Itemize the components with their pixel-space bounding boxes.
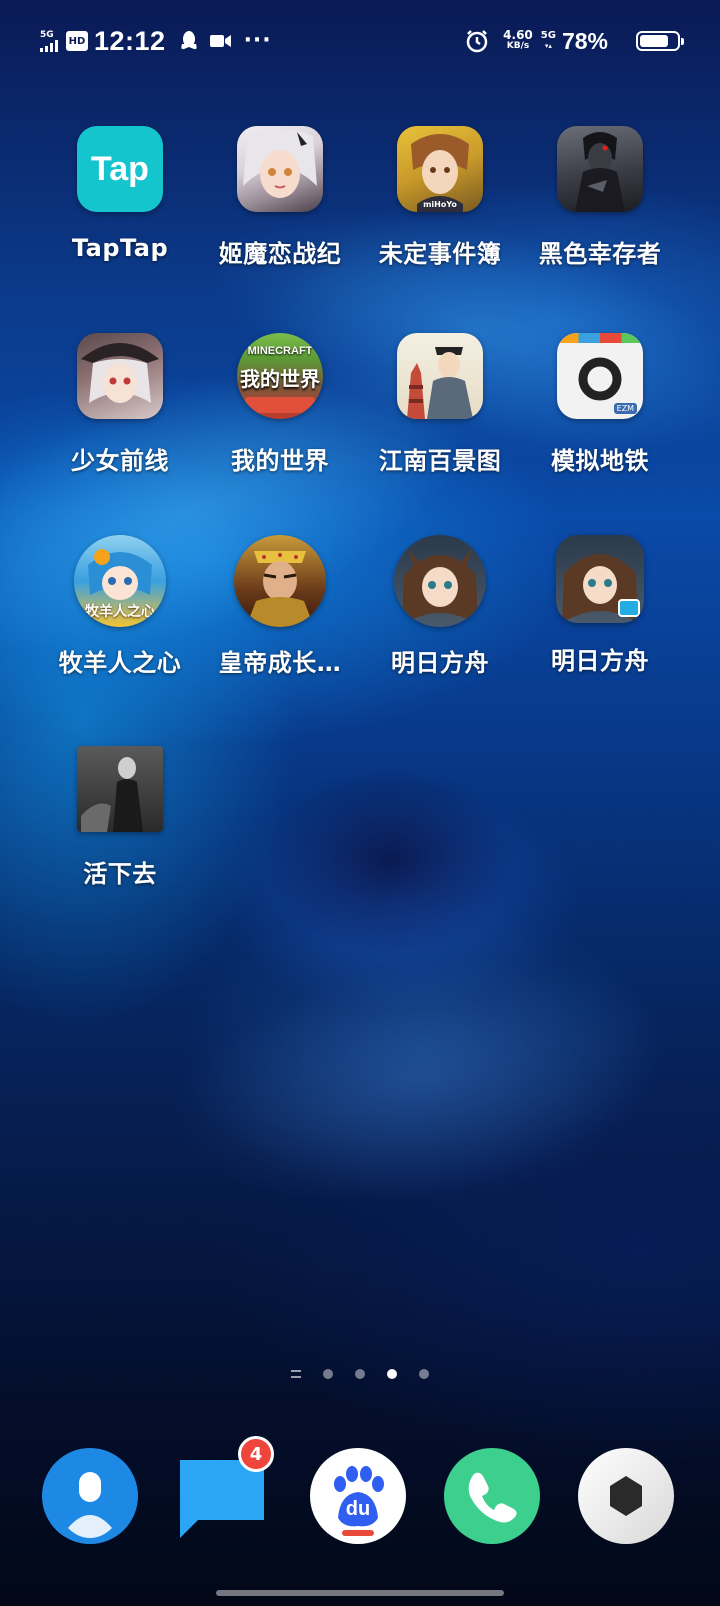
status-bar: 5G HD 12:12 ··· 4.60 KB/s 5G ▾▴ 78% xyxy=(0,0,720,82)
app-label: 模拟地铁 xyxy=(551,447,649,475)
witch-girl-icon xyxy=(77,333,163,419)
clock: 12:12 xyxy=(94,25,166,56)
chibi-girl-icon: 牧羊人之心 xyxy=(74,535,166,627)
anime-boy-icon: miHoYo xyxy=(397,126,483,212)
contacts-icon xyxy=(68,1472,112,1538)
dock-baidu[interactable]: du xyxy=(310,1448,406,1544)
dock: 4 du xyxy=(0,1436,720,1544)
app-label: 江南百景图 xyxy=(378,447,502,475)
app-label: 未定事件簿 xyxy=(378,240,502,268)
dock-messages[interactable]: 4 xyxy=(176,1436,274,1544)
minecraft-logo-text: MINECRAFT xyxy=(247,345,313,357)
app-jimo-lianzhanji[interactable]: 姬魔恋战纪 xyxy=(196,126,364,269)
page-dot[interactable] xyxy=(355,1369,365,1379)
wallpaper-wave xyxy=(260,760,520,960)
muyangren-logo-text: 牧羊人之心 xyxy=(85,604,155,620)
app-mingri-fangzhou-bilibili[interactable]: 明日方舟 xyxy=(516,535,684,676)
page-dot-active[interactable] xyxy=(387,1369,397,1379)
baidu-paw-icon xyxy=(334,1466,384,1536)
unread-badge: 4 xyxy=(238,1436,274,1472)
network-speed: 4.60 KB/s xyxy=(503,28,533,52)
dock-contacts[interactable] xyxy=(42,1448,138,1544)
minecraft-icon: MINECRAFT 我的世界 xyxy=(237,333,323,419)
battery-percent: 78% xyxy=(561,27,608,54)
phone-icon xyxy=(468,1472,517,1523)
speed-value: 4.60 xyxy=(503,28,533,42)
minecraft-logo-subtitle: 我的世界 xyxy=(240,367,320,391)
app-weiding-shijianbu[interactable]: miHoYo 未定事件簿 xyxy=(356,126,524,269)
qq-penguin-icon xyxy=(180,30,198,52)
page-dot[interactable] xyxy=(323,1369,333,1379)
anime-girl-icon xyxy=(237,126,323,212)
app-label: 姬魔恋战纪 xyxy=(218,240,342,268)
app-shaonv-qianxian[interactable]: 少女前线 xyxy=(36,333,204,476)
app-taptap[interactable]: Tap TapTap xyxy=(36,126,204,262)
app-label: 牧羊人之心 xyxy=(58,649,182,677)
dock-phone[interactable] xyxy=(444,1448,540,1544)
dock-settings[interactable] xyxy=(578,1448,674,1544)
speed-unit: KB/s xyxy=(506,41,530,51)
app-huangdi-chengzhang[interactable]: 皇帝成长… xyxy=(196,535,364,678)
metro-icon: EZM xyxy=(557,333,643,419)
network-type: 5G xyxy=(40,29,54,40)
app-huo-xiaqu[interactable]: 活下去 xyxy=(36,746,204,889)
app-heise-xingcunzhe[interactable]: 黑色幸存者 xyxy=(516,126,684,269)
page-list-icon[interactable] xyxy=(291,1370,301,1378)
app-label: 黑色幸存者 xyxy=(538,240,662,268)
alarm-clock-icon xyxy=(465,29,489,53)
emperor-icon xyxy=(234,535,326,627)
dark-figure-icon xyxy=(557,126,643,212)
mihoyo-logo-text: miHoYo xyxy=(423,200,457,209)
cellular-signal-icon: 5G xyxy=(40,29,58,52)
home-indicator[interactable] xyxy=(216,1590,504,1596)
metro-logo-text: EZM xyxy=(613,403,637,414)
app-label: 皇帝成长… xyxy=(218,649,342,677)
battery-icon xyxy=(636,31,684,51)
app-label: 少女前线 xyxy=(71,447,169,475)
video-camera-icon xyxy=(209,33,232,49)
page-indicator[interactable] xyxy=(0,1366,720,1382)
arknights-bili-icon xyxy=(556,535,644,623)
taptap-logo-text: Tap xyxy=(91,149,149,188)
hd-icon: HD xyxy=(66,31,88,51)
hexagon-icon xyxy=(610,1476,642,1516)
app-label: 明日方舟 xyxy=(551,647,649,675)
app-mingri-fangzhou[interactable]: 明日方舟 xyxy=(356,535,524,678)
baidu-logo-text: du xyxy=(345,1498,371,1520)
survivor-icon xyxy=(77,746,163,832)
app-minecraft[interactable]: MINECRAFT 我的世界 我的世界 xyxy=(196,333,364,476)
wallpaper-wave xyxy=(143,916,697,1244)
page-dot[interactable] xyxy=(419,1369,429,1379)
app-label: TapTap xyxy=(71,234,169,262)
app-jiangnan-baijingtu[interactable]: 江南百景图 xyxy=(356,333,524,476)
app-label: 我的世界 xyxy=(231,447,329,475)
app-moni-ditie[interactable]: EZM 模拟地铁 xyxy=(516,333,684,476)
app-muyangren-zhixin[interactable]: 牧羊人之心 牧羊人之心 xyxy=(36,535,204,678)
more-notifications-icon: ··· xyxy=(243,28,272,53)
app-label: 明日方舟 xyxy=(391,649,489,677)
taptap-icon: Tap xyxy=(77,126,163,212)
network-type-right: 5G xyxy=(540,30,556,41)
data-signal-icon: 5G ▾▴ xyxy=(540,30,556,51)
bilibili-tv-icon xyxy=(618,599,640,617)
app-label: 活下去 xyxy=(83,860,157,888)
scholar-icon xyxy=(397,333,483,419)
arknights-icon xyxy=(394,535,486,627)
battery-fill xyxy=(640,35,669,47)
